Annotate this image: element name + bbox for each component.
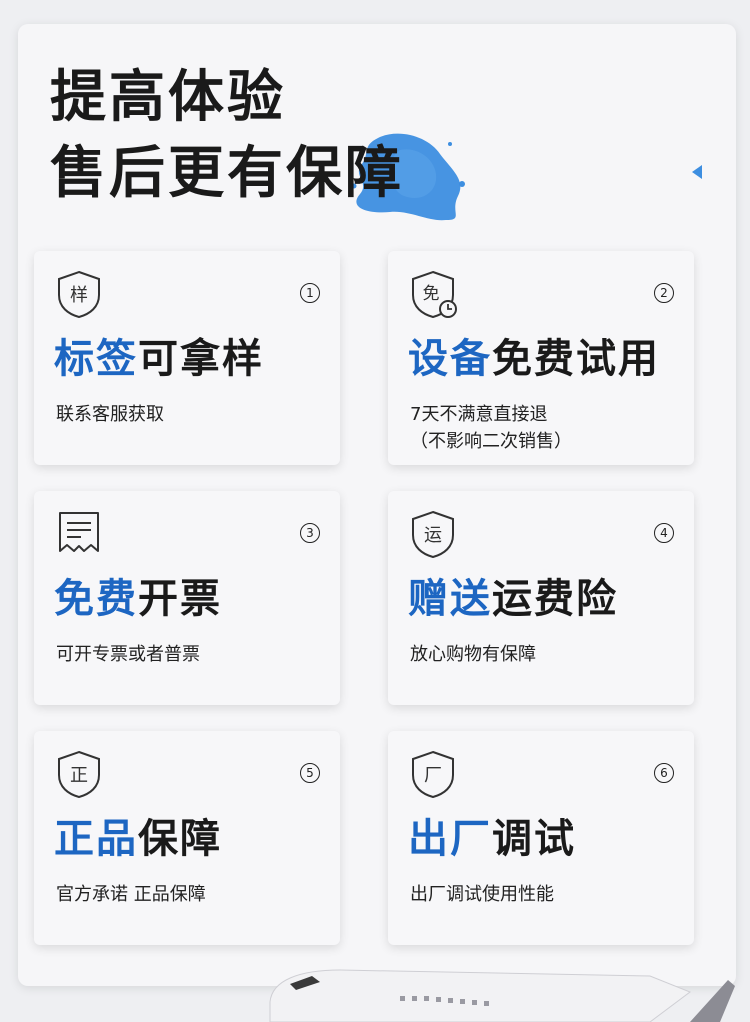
shield-icon: 运: [412, 510, 454, 559]
airplane-decoration: [269, 969, 735, 1022]
title-rest: 调试: [492, 816, 576, 862]
number-badge: 3: [300, 523, 320, 543]
number-badge: 1: [300, 283, 320, 303]
title-highlight: 出厂: [408, 816, 492, 862]
shield-icon: 样: [58, 270, 100, 319]
title-rest: 可拿样: [138, 336, 264, 382]
headline-line-1: 提高体验: [50, 65, 286, 130]
icon-char: 样: [70, 285, 88, 306]
headline-line-2: 售后更有保障: [50, 141, 404, 206]
title-highlight: 设备: [408, 336, 492, 382]
number-badge: 2: [654, 283, 674, 303]
title-rest: 运费险: [492, 576, 618, 622]
title-highlight: 正品: [54, 816, 138, 862]
title-highlight: 赠送: [408, 576, 492, 622]
card-description: 放心购物有保障: [410, 644, 536, 665]
icon-char: 厂: [424, 765, 442, 786]
service-card-shipping-insurance: 运 4 赠送运费险 放心购物有保障: [388, 491, 694, 705]
card-title: 设备免费试用: [408, 339, 660, 379]
receipt-icon: [59, 512, 99, 552]
pointer-triangle-icon: [692, 165, 702, 179]
card-description: 联系客服获取: [56, 404, 164, 425]
card-title: 出厂调试: [408, 819, 576, 859]
number-badge: 5: [300, 763, 320, 783]
service-card-sample: 样 1 标签可拿样 联系客服获取: [34, 251, 340, 465]
service-card-trial: 免 2 设备免费试用 7天不满意直接退 （不影响二次销售）: [388, 251, 694, 465]
service-card-genuine: 正 5 正品保障 官方承诺 正品保障: [34, 731, 340, 945]
card-description: 7天不满意直接退 （不影响二次销售）: [410, 404, 572, 452]
icon-char: 正: [70, 765, 88, 786]
number-badge: 4: [654, 523, 674, 543]
service-card-invoice: 3 免费开票 可开专票或者普票: [34, 491, 340, 705]
card-title: 标签可拿样: [54, 339, 264, 379]
card-title: 免费开票: [54, 579, 222, 619]
icon-char: 运: [424, 525, 442, 546]
title-rest: 保障: [138, 816, 222, 862]
shield-icon: 正: [58, 750, 100, 799]
card-description: 出厂调试使用性能: [410, 884, 554, 905]
title-highlight: 标签: [54, 336, 138, 382]
card-title: 正品保障: [54, 819, 222, 859]
card-title: 赠送运费险: [408, 579, 618, 619]
title-highlight: 免费: [54, 576, 138, 622]
icon-char: 免: [423, 284, 440, 304]
shield-icon: 厂: [412, 750, 454, 799]
title-rest: 免费试用: [492, 336, 660, 382]
title-rest: 开票: [138, 576, 222, 622]
service-card-factory-debug: 厂 6 出厂调试 出厂调试使用性能: [388, 731, 694, 945]
shield-clock-icon: 免: [412, 270, 457, 319]
card-description: 可开专票或者普票: [56, 644, 200, 665]
card-description: 官方承诺 正品保障: [56, 884, 206, 905]
number-badge: 6: [654, 763, 674, 783]
